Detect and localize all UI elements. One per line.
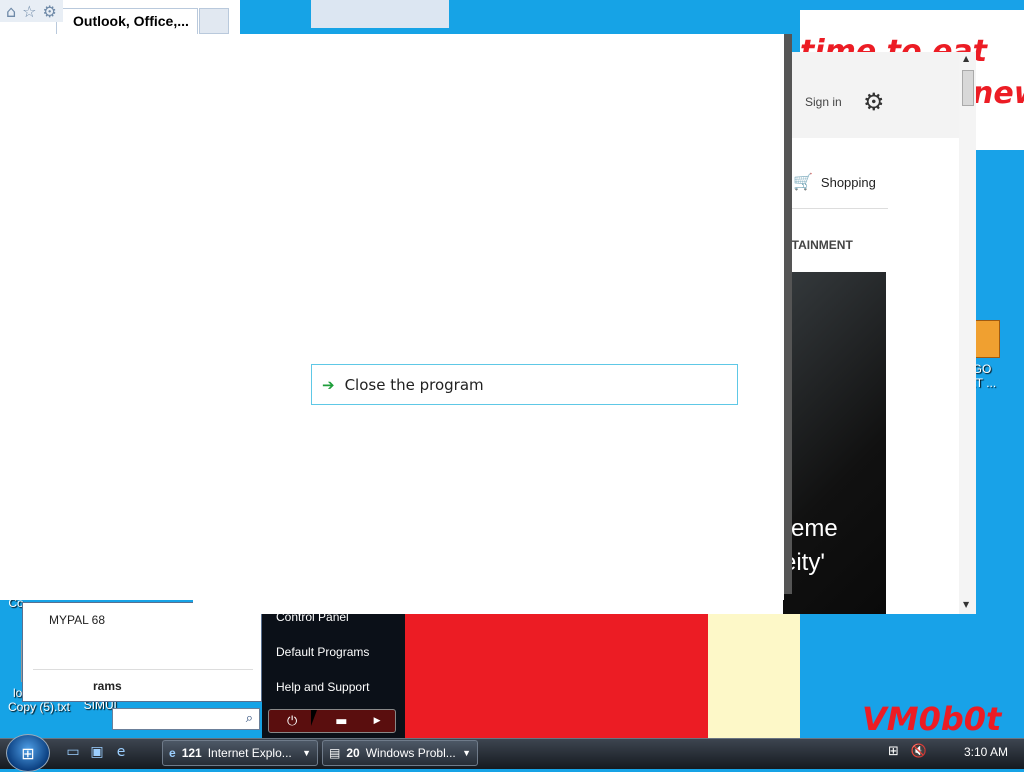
ie-toolbar-icons: ⌂ ☆ ⚙	[0, 0, 63, 22]
wallpaper-signature: VM0b0t	[862, 700, 1002, 738]
chevron-down-icon: ▼	[302, 748, 311, 758]
msn-scrollbar[interactable]: ▲ ▼	[959, 52, 976, 614]
windows-logo-icon: ⊞	[21, 743, 35, 763]
start-search-input[interactable]: ⌕	[112, 708, 260, 730]
scroll-up-icon[interactable]: ▲	[963, 54, 969, 63]
problem-reporting-dialog	[0, 34, 784, 600]
msn-entertainment-heading: RTAINMENT	[783, 238, 853, 252]
start-help-support[interactable]: Help and Support	[276, 680, 369, 694]
wallpaper-yellow-block	[708, 612, 800, 740]
wallpaper-scribble-line2: new	[972, 76, 1024, 111]
power-bar: ⏻ ▬ ▶	[268, 709, 396, 733]
chevron-right-icon[interactable]: ▶	[374, 716, 381, 726]
start-divider	[33, 669, 253, 670]
start-default-programs[interactable]: Default Programs	[276, 645, 369, 659]
dialog-shadow	[784, 34, 792, 594]
taskbar-wpr-button[interactable]: ▤ 20 Windows Probl... ▼	[322, 740, 478, 766]
internet-explorer-icon: e	[169, 746, 176, 760]
taskbar-ie-label: Internet Explo...	[207, 746, 292, 760]
msn-shopping-link[interactable]: 🛒 Shopping	[793, 172, 876, 192]
taskbar	[0, 738, 1024, 769]
arrow-right-icon: ➔	[322, 375, 335, 394]
msn-divider	[783, 208, 888, 209]
show-desktop-icon[interactable]: ▭	[64, 744, 82, 760]
scroll-down-icon[interactable]: ▼	[963, 600, 969, 609]
system-tray: ⊞ 🔇	[888, 744, 927, 759]
lock-icon[interactable]: ▬	[335, 714, 347, 729]
gear-icon[interactable]: ⚙	[863, 88, 885, 116]
star-icon[interactable]: ☆	[22, 2, 36, 21]
wallpaper-red-block	[405, 612, 710, 740]
start-all-programs[interactable]: rams	[93, 679, 122, 693]
gear-icon[interactable]: ⚙	[43, 2, 57, 21]
mouse-cursor-icon	[311, 710, 323, 726]
search-icon: ⌕	[245, 711, 253, 726]
network-icon[interactable]: ⊞	[888, 744, 899, 759]
start-menu-left-pane: MYPAL 68 rams	[22, 602, 262, 702]
ie-new-tab-button[interactable]	[199, 8, 229, 34]
msn-shopping-label: Shopping	[820, 174, 876, 190]
volume-muted-icon[interactable]: 🔇	[911, 744, 927, 759]
switch-windows-icon[interactable]: ▣	[88, 744, 106, 760]
taskbar-ie-count: 121	[181, 746, 202, 760]
start-button[interactable]: ⊞	[6, 734, 50, 772]
taskbar-ie-button[interactable]: e 121 Internet Explo... ▼	[162, 740, 318, 766]
window-icon: ▤	[329, 746, 341, 760]
msn-sign-in[interactable]: Sign in	[805, 95, 842, 109]
chevron-down-icon: ▼	[462, 748, 471, 758]
internet-explorer-icon[interactable]: e	[112, 744, 130, 760]
clock[interactable]: 3:10 AM	[964, 745, 1008, 759]
ie-tab-strip-fragment	[311, 0, 449, 28]
taskbar-wpr-label: Windows Probl...	[365, 746, 456, 760]
cart-icon: 🛒	[793, 174, 813, 191]
scrollbar-thumb[interactable]	[962, 70, 974, 106]
taskbar-wpr-count: 20	[346, 746, 360, 760]
close-program-button[interactable]: ➔ Close the program	[311, 364, 738, 405]
start-recent-item[interactable]: MYPAL 68	[49, 613, 105, 627]
home-icon[interactable]: ⌂	[6, 2, 16, 21]
ie-tab[interactable]: Outlook, Office,...	[56, 8, 198, 34]
close-program-label: Close the program	[344, 375, 484, 394]
power-icon[interactable]: ⏻	[287, 714, 297, 729]
